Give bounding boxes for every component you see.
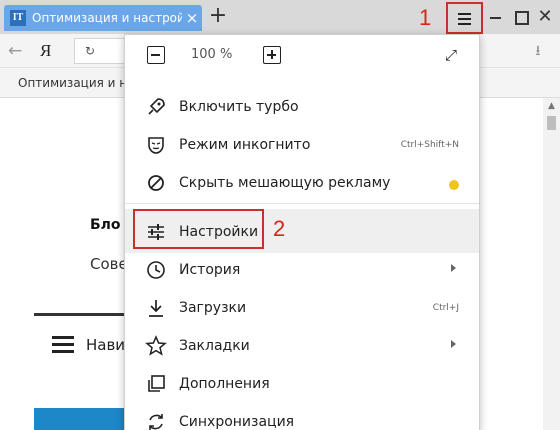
scroll-thumb[interactable] <box>547 116 556 130</box>
window-close-button[interactable]: ✕ <box>534 6 556 28</box>
clock-icon <box>147 261 165 279</box>
page-banner <box>34 408 134 430</box>
back-arrow-icon[interactable]: ← <box>8 41 24 61</box>
menu-item-downloads[interactable]: Загрузки Ctrl+J <box>125 288 479 326</box>
page-subtitle: Сове <box>90 255 128 273</box>
reload-icon[interactable]: ↻ <box>85 42 95 60</box>
chevron-right-icon <box>451 264 456 272</box>
download-icon <box>149 300 163 317</box>
block-icon <box>148 175 164 191</box>
scroll-up-icon[interactable]: ▲ <box>543 100 560 112</box>
star-icon <box>145 335 167 356</box>
tab-title: Оптимизация и настройка <box>32 11 182 25</box>
menu-item-label: История <box>179 262 241 278</box>
downloads-icon[interactable]: ⭳ <box>529 42 547 60</box>
chevron-right-icon <box>451 340 456 348</box>
incognito-mask-icon <box>148 137 164 154</box>
zoom-level: 100 % <box>191 47 233 62</box>
menu-item-incognito[interactable]: Режим инкогнито Ctrl+Shift+N <box>125 125 479 163</box>
menu-item-sync[interactable]: Синхронизация <box>125 402 479 430</box>
menu-item-addons[interactable]: Дополнения <box>125 364 479 402</box>
menu-item-history[interactable]: История <box>125 250 479 288</box>
zoom-out-button[interactable] <box>147 46 165 64</box>
menu-item-block-ads[interactable]: Скрыть мешающую рекламу <box>125 163 479 201</box>
menu-item-bookmarks[interactable]: Закладки <box>125 326 479 364</box>
tab-close-icon[interactable]: × <box>185 9 199 27</box>
page-blog-heading: Бло <box>90 217 121 233</box>
hamburger-icon <box>458 13 471 15</box>
addons-icon <box>148 375 165 392</box>
page-scrollbar[interactable]: ▲ <box>543 98 560 430</box>
menu-divider <box>125 203 479 204</box>
status-dot <box>449 180 459 190</box>
yandex-logo[interactable]: Я <box>40 40 54 62</box>
menu-item-label: Закладки <box>179 338 250 354</box>
annotation-highlight-box <box>133 209 264 249</box>
menu-item-shortcut: Ctrl+J <box>432 303 459 313</box>
menu-item-label: Включить турбо <box>179 99 299 115</box>
rocket-icon <box>148 98 165 115</box>
menu-item-label: Загрузки <box>179 300 247 316</box>
title-bar: IT Оптимизация и настройка × + 1 ✕ <box>0 0 560 34</box>
minimize-button[interactable] <box>486 8 506 26</box>
menu-item-label: Режим инкогнито <box>179 137 311 153</box>
menu-item-shortcut: Ctrl+Shift+N <box>400 140 459 150</box>
annotation-step-1: 1 <box>419 5 432 30</box>
page-menu-icon[interactable] <box>52 336 74 354</box>
bookmark-item[interactable]: Оптимизация и на <box>18 75 134 91</box>
browser-tab[interactable]: IT Оптимизация и настройка × <box>4 5 202 31</box>
fullscreen-icon[interactable]: ⤢ <box>441 45 461 65</box>
zoom-in-button[interactable] <box>263 46 281 64</box>
new-tab-button[interactable]: + <box>207 5 229 29</box>
site-favicon-icon: IT <box>10 10 26 26</box>
menu-item-label: Дополнения <box>179 376 270 392</box>
sync-icon <box>149 414 163 430</box>
browser-main-menu: 100 % ⤢ Включить турбо Режим инкогнито C… <box>124 34 480 430</box>
annotation-step-2: 2 <box>273 216 286 241</box>
menu-item-turbo[interactable]: Включить турбо <box>125 87 479 125</box>
menu-item-label: Синхронизация <box>179 414 295 430</box>
browser-menu-button[interactable] <box>446 2 483 34</box>
menu-item-label: Скрыть мешающую рекламу <box>179 175 391 191</box>
page-nav-label[interactable]: Нави <box>86 336 125 354</box>
maximize-button[interactable] <box>511 8 531 26</box>
